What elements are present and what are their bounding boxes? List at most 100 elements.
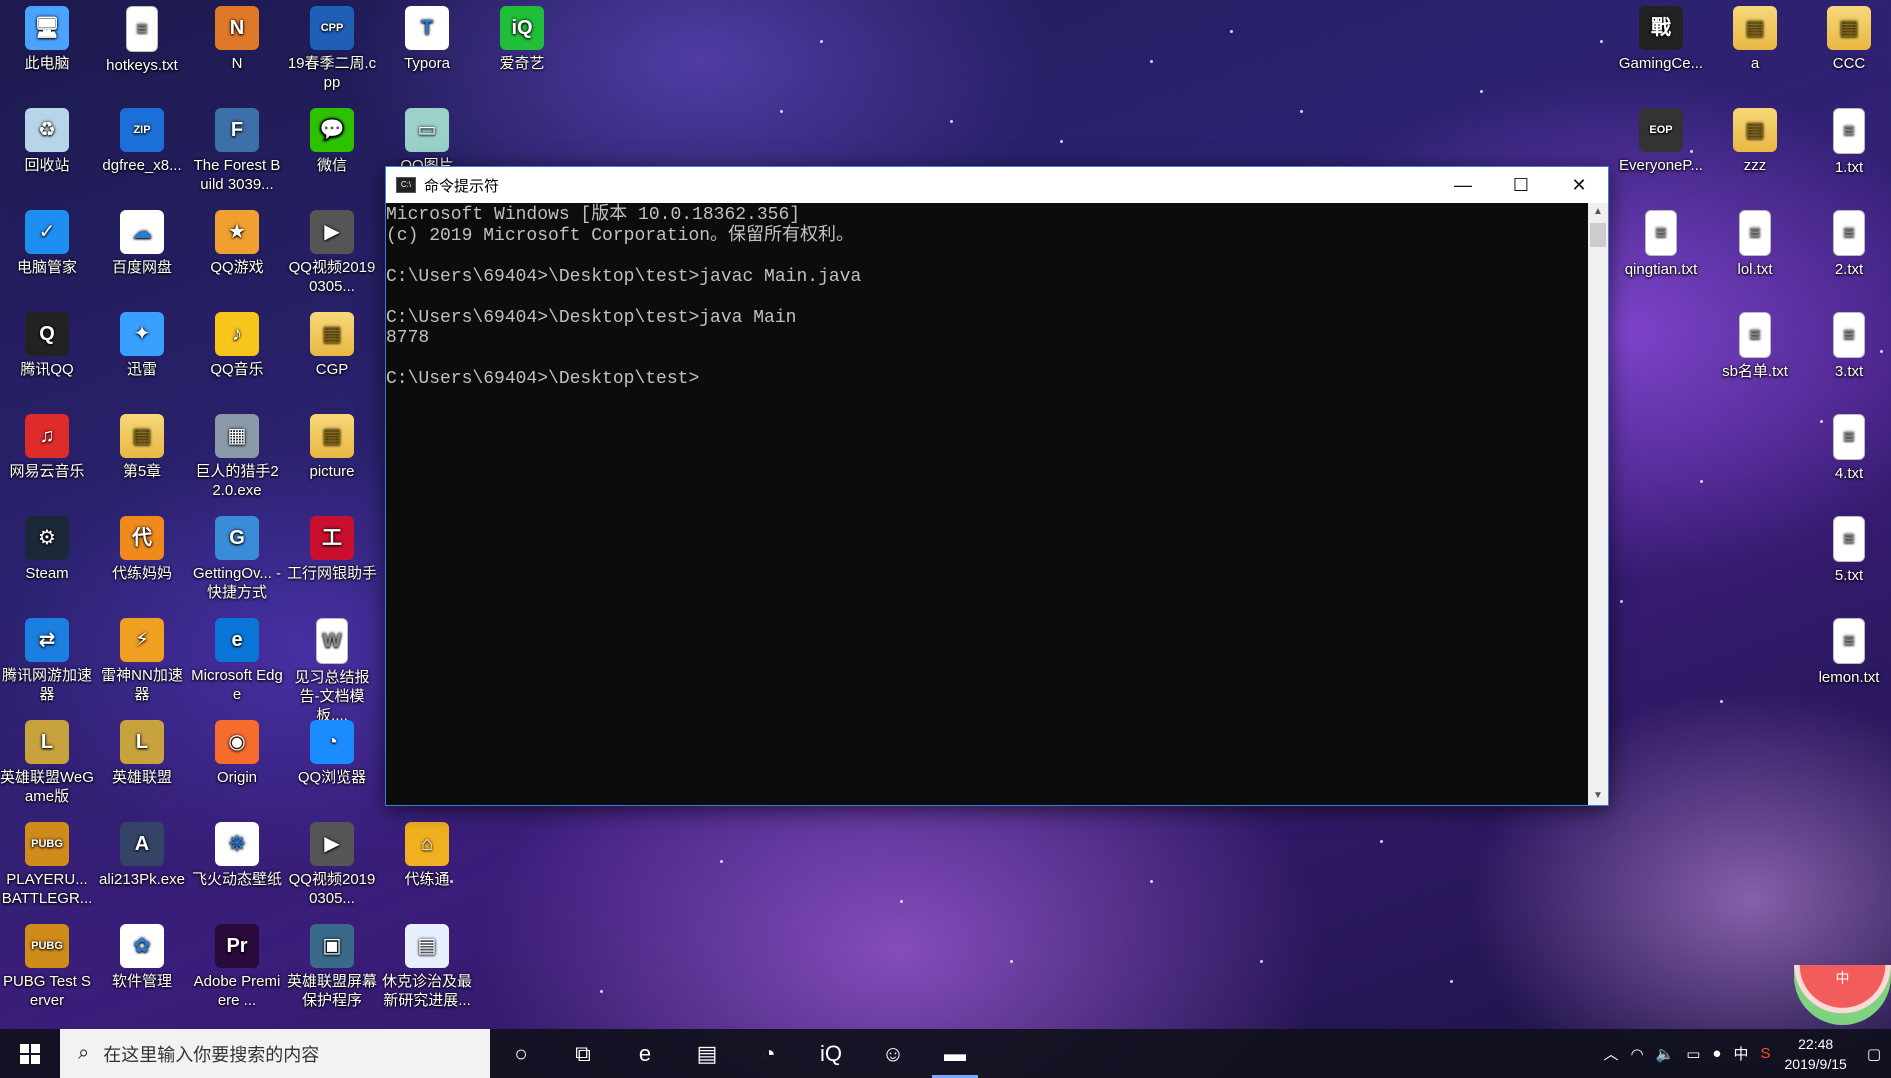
the-forest-icon: F — [215, 108, 259, 152]
command-prompt-window[interactable]: C:\ 命令提示符 — ☐ ✕ Microsoft Windows [版本 10… — [385, 166, 1609, 806]
desktop-icon-icbc-helper[interactable]: 工工行网银助手 — [285, 512, 379, 583]
desktop-icon-lol-wegame[interactable]: L 英雄联盟WeGame版 — [0, 716, 94, 806]
desktop-icon-baidu-netdisk[interactable]: ☁ 百度网盘 — [95, 206, 189, 277]
desktop-icon-tencent-qq[interactable]: Q 腾讯QQ — [0, 308, 94, 379]
wifi-icon[interactable]: ◠ — [1630, 1045, 1643, 1063]
ime-indicator[interactable]: 中 — [1733, 1043, 1748, 1064]
desktop-icon-dailiantong[interactable]: ⌂ 代练通 — [380, 818, 474, 889]
scroll-down-icon[interactable]: ▼ — [1588, 787, 1608, 805]
desktop-icon-shock-doc[interactable]: ▤ 休克诊治及最新研究进展... — [380, 920, 474, 1010]
desktop-icon-hotkeys-txt[interactable]: ≡ hotkeys.txt — [95, 2, 189, 75]
desktop-icon-qq-music[interactable]: ♪ QQ音乐 — [190, 308, 284, 379]
desktop-icon-a-folder[interactable]: ▤ a — [1708, 2, 1802, 73]
battery-icon[interactable]: ▭ — [1686, 1045, 1700, 1063]
taskbar-file-explorer[interactable]: ▤ — [676, 1029, 738, 1078]
clock[interactable]: 22:48 2019/9/15 — [1785, 1034, 1847, 1074]
desktop-icon-everyone-piano[interactable]: EOP EveryoneP... — [1614, 104, 1708, 175]
desktop-icon-txt-1[interactable]: ≡ 1.txt — [1802, 104, 1891, 177]
desktop-icon-netease-music[interactable]: ♫ 网易云音乐 — [0, 410, 94, 481]
desktop-icon-wechat[interactable]: 💬 微信 — [285, 104, 379, 175]
start-button[interactable] — [0, 1029, 60, 1078]
desktop-icon-gaming-center[interactable]: 戰 GamingCe... — [1614, 2, 1708, 73]
scroll-up-icon[interactable]: ▲ — [1588, 203, 1608, 221]
desktop-icon-zzz-folder[interactable]: ▤ zzz — [1708, 104, 1802, 175]
desktop-icon-label: QQ音乐 — [210, 361, 264, 378]
desktop-icon-pc-manager[interactable]: ✓ 电脑管家 — [0, 206, 94, 277]
maximize-button[interactable]: ☐ — [1492, 167, 1550, 203]
taskbar-qq-browser[interactable]: ◔ — [738, 1029, 800, 1078]
desktop-icon-label: 代练通 — [404, 871, 450, 888]
taskbar-edge[interactable]: e — [614, 1029, 676, 1078]
desktop-icon-tencent-accelerator[interactable]: ⇄ 腾讯网游加速器 — [0, 614, 94, 704]
desktop-icon-lol[interactable]: L 英雄联盟 — [95, 716, 189, 787]
desktop-icon-lol-txt[interactable]: ≡ lol.txt — [1708, 206, 1802, 279]
desktop-icon-lol-screensaver[interactable]: ▣ 英雄联盟屏幕保护程序 — [285, 920, 379, 1010]
desktop-icon-software-manager[interactable]: ✿ 软件管理 — [95, 920, 189, 991]
vertical-scrollbar[interactable]: ▲ ▼ — [1588, 203, 1608, 805]
desktop-icon-qq-image[interactable]: ▭QQ图片 — [380, 104, 474, 175]
desktop-icon-label: 工行网银助手 — [286, 565, 377, 582]
cmd-titlebar[interactable]: C:\ 命令提示符 — ☐ ✕ — [386, 167, 1608, 203]
desktop-icon-microsoft-edge[interactable]: e Microsoft Edge — [190, 614, 284, 704]
desktop-icon-cpp-file[interactable]: CPP 19春季二周.cpp — [285, 2, 379, 92]
chevron-up-icon[interactable]: ︿ — [1603, 1043, 1618, 1064]
sparkle — [1600, 40, 1603, 43]
desktop-icon-pubg[interactable]: PUBG PLAYERU... BATTLEGR... — [0, 818, 94, 908]
window-title: 命令提示符 — [424, 177, 500, 195]
desktop-icon-feihuo-wallpaper[interactable]: ❋ 飞火动态壁纸 — [190, 818, 284, 889]
taskbar-avatar-app[interactable]: ☺ — [862, 1029, 924, 1078]
desktop-icon-giant-hunter[interactable]: ▦ 巨人的猎手22.0.exe — [190, 410, 284, 500]
volume-icon[interactable]: 🔈 — [1656, 1045, 1675, 1063]
dailiantong-icon: ⌂ — [405, 822, 449, 866]
cortana-button[interactable]: ○ — [490, 1029, 552, 1078]
desktop-icon-txt-2[interactable]: ≡ 2.txt — [1802, 206, 1891, 279]
desktop-icon-pubg-test[interactable]: PUBG PUBG Test Server — [0, 920, 94, 1010]
desktop-icon-txt-5[interactable]: ≡ 5.txt — [1802, 512, 1891, 585]
desktop-icon-label: 2.txt — [1834, 261, 1864, 278]
desktop-icon-txt-4[interactable]: ≡ 4.txt — [1802, 410, 1891, 483]
desktop-icon-adobe-premiere[interactable]: Pr Adobe Premiere ... — [190, 920, 284, 1010]
desktop-icon-typora[interactable]: T Typora — [380, 2, 474, 73]
desktop-icon-dgfree[interactable]: ZIP dgfree_x8... — [95, 104, 189, 175]
desktop-icon-qq-browser[interactable]: ◔ QQ浏览器 — [285, 716, 379, 787]
minimize-button[interactable]: — — [1434, 167, 1492, 203]
taskbar-iqiyi[interactable]: iQ — [800, 1029, 862, 1078]
desktop-icon-xunlei[interactable]: ✦ 迅雷 — [95, 308, 189, 379]
desktop-icon-origin[interactable]: ◉ Origin — [190, 716, 284, 787]
desktop-icon-label: 英雄联盟屏幕保护程序 — [286, 973, 377, 1009]
desktop-icon-recycle-bin[interactable]: ♻ 回收站 — [0, 104, 94, 175]
desktop-icon-picture-folder[interactable]: ▤ picture — [285, 410, 379, 481]
desktop-icon-the-forest[interactable]: F The Forest Build 3039... — [190, 104, 284, 194]
desktop-icon-ccc-folder[interactable]: ▤ CCC — [1802, 2, 1891, 73]
desktop-icon-report-doc[interactable]: W 见习总结报告-文档模板.... — [285, 614, 379, 725]
desktop-icon-qingtian-txt[interactable]: ≡ qingtian.txt — [1614, 206, 1708, 279]
desktop-icon-sb-list-txt[interactable]: ≡ sb名单.txt — [1708, 308, 1802, 381]
notification-icon[interactable]: ▢ — [1867, 1045, 1881, 1063]
desktop-icon-lemon-txt[interactable]: ≡ lemon.txt — [1802, 614, 1891, 687]
desktop-icon-getting-over-it[interactable]: G GettingOv... - 快捷方式 — [190, 512, 284, 602]
qq-tray-icon[interactable]: ● — [1712, 1045, 1721, 1062]
desktop-icon-iqiyi[interactable]: iQ 爱奇艺 — [475, 2, 569, 73]
desktop-icon-ali213[interactable]: Aali213Pk.exe — [95, 818, 189, 889]
desktop-icon-leishen-nn[interactable]: ⚡ 雷神NN加速器 — [95, 614, 189, 704]
console-output[interactable]: Microsoft Windows [版本 10.0.18362.356] (c)… — [386, 203, 1588, 805]
taskbar-cmd[interactable]: ▬ — [924, 1029, 986, 1078]
desktop-icon-qq-game[interactable]: ★ QQ游戏 — [190, 206, 284, 277]
desktop-icon-steam[interactable]: ⚙ Steam — [0, 512, 94, 583]
floating-widget[interactable]: 中 — [1794, 965, 1891, 1025]
desktop-icon-chapter-5[interactable]: ▤ 第5章 — [95, 410, 189, 481]
taskbar-search-box[interactable]: ⌕ 在这里输入你要搜索的内容 — [60, 1029, 490, 1078]
desktop-icon-n-app[interactable]: NN — [190, 2, 284, 73]
desktop-icon-dailian-mama[interactable]: 代代练妈妈 — [95, 512, 189, 583]
task-view-button[interactable]: ⧉ — [552, 1029, 614, 1078]
sogou-icon[interactable]: S — [1761, 1045, 1771, 1062]
desktop-icon-txt-3[interactable]: ≡ 3.txt — [1802, 308, 1891, 381]
scroll-thumb[interactable] — [1590, 223, 1606, 247]
desktop-icon-this-pc[interactable]: 🖥 此电脑 — [0, 2, 94, 73]
image-doc-icon: ▤ — [405, 924, 449, 968]
desktop-icon-qq-video-2[interactable]: ▶ QQ视频20190305... — [285, 818, 379, 908]
close-button[interactable]: ✕ — [1550, 167, 1608, 203]
desktop-icon-label: 代练妈妈 — [111, 565, 172, 582]
desktop-icon-qq-video-1[interactable]: ▶ QQ视频20190305... — [285, 206, 379, 296]
desktop-icon-cgp[interactable]: ▤ CGP — [285, 308, 379, 379]
